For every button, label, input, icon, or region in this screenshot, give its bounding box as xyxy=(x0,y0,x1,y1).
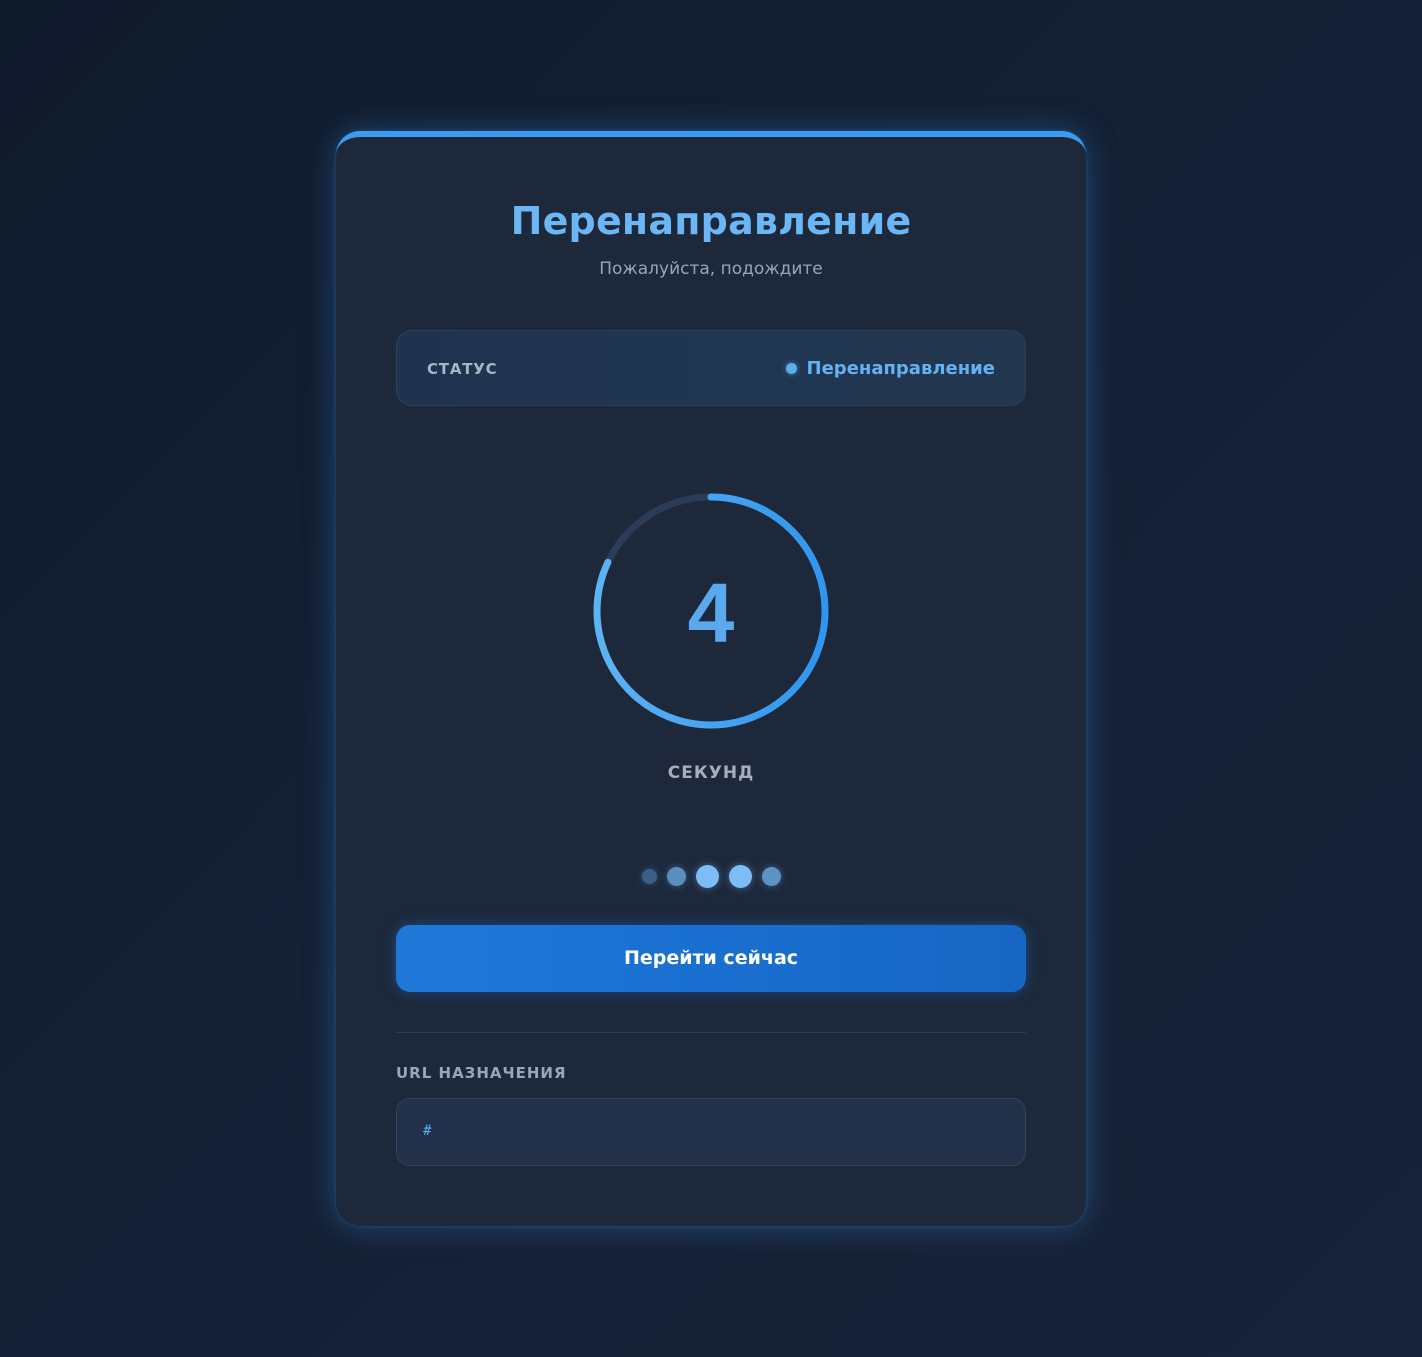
loading-dot xyxy=(695,864,719,888)
loading-dot xyxy=(728,864,752,888)
redirect-card: Перенаправление Пожалуйста, подождите СТ… xyxy=(336,131,1086,1226)
go-now-button[interactable]: Перейти сейчас xyxy=(396,925,1026,992)
loading-dots xyxy=(336,863,1086,889)
status-panel: СТАТУС Перенаправление xyxy=(396,330,1026,406)
loading-dot xyxy=(641,868,657,884)
page-subtitle: Пожалуйста, подождите xyxy=(599,259,823,279)
status-dot-icon xyxy=(785,363,797,374)
loading-dot xyxy=(666,866,686,886)
destination-url-field[interactable]: # xyxy=(396,1098,1026,1166)
destination-url-value: # xyxy=(423,1123,432,1139)
status-value: Перенаправление xyxy=(806,358,995,379)
page-title: Перенаправление xyxy=(510,199,912,243)
status-indicator: Перенаправление xyxy=(785,358,995,379)
loading-dot xyxy=(761,866,781,886)
destination-url-label: URL НАЗНАЧЕНИЯ xyxy=(396,1064,567,1082)
divider xyxy=(396,1032,1026,1033)
status-label: СТАТУС xyxy=(427,360,498,378)
countdown-timer: 4 xyxy=(591,491,831,731)
countdown-number: 4 xyxy=(687,566,735,660)
countdown-unit-label: СЕКУНД xyxy=(667,763,755,783)
